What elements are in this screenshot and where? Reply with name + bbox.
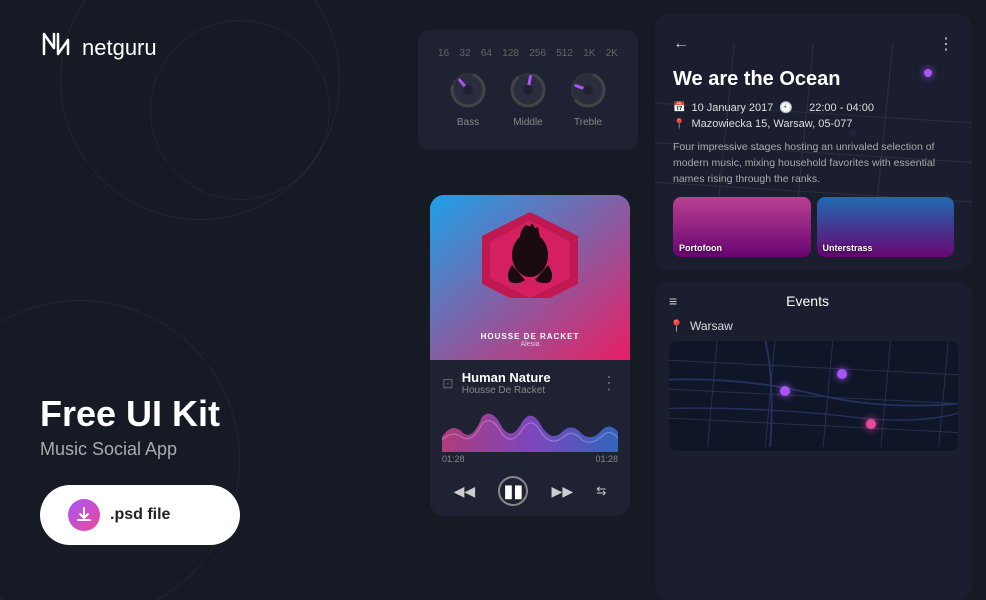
- next-button[interactable]: ▶▶: [552, 483, 574, 500]
- location-name: Warsaw: [690, 319, 733, 333]
- player-info: ⊡ Human Nature Housse De Racket ⋮: [430, 360, 630, 402]
- left-panel: netguru Free UI Kit Music Social App .ps…: [0, 0, 420, 600]
- artist-name-2: Unterstrass: [823, 243, 873, 253]
- treble-knob-container[interactable]: Treble: [567, 69, 609, 128]
- map-dot-purple-2: [837, 369, 847, 379]
- download-label: .psd file: [110, 506, 170, 524]
- logo-symbol: [40, 30, 72, 65]
- bass-label: Bass: [457, 117, 479, 128]
- eq-label-32: 32: [459, 48, 470, 59]
- track-details: Human Nature Housse De Racket: [462, 370, 551, 396]
- download-icon: [68, 499, 100, 531]
- eq-label-256: 256: [529, 48, 546, 59]
- artist-bg-2: Unterstrass: [817, 197, 955, 257]
- play-pause-button[interactable]: ▮▮: [498, 476, 528, 506]
- logo-area: netguru: [40, 30, 380, 65]
- brand-name: netguru: [82, 35, 157, 61]
- artist-name-1: Portofoon: [679, 243, 722, 253]
- bass-knob[interactable]: [447, 69, 489, 111]
- album-label: HOUSSE DE RACKET Alesia: [481, 332, 580, 348]
- events-list-title: Events: [786, 293, 829, 309]
- artist-thumb-1[interactable]: Portofoon: [673, 197, 811, 257]
- eq-label-64: 64: [481, 48, 492, 59]
- map-dot-pink-1: [866, 419, 876, 429]
- middle-knob[interactable]: [507, 69, 549, 111]
- tagline-area: Free UI Kit Music Social App: [40, 392, 220, 460]
- track-artist: Housse De Racket: [462, 385, 551, 396]
- eq-label-128: 128: [502, 48, 519, 59]
- treble-label: Treble: [574, 117, 602, 128]
- event-detail-card: ← ⋮ We are the Ocean 📅 10 January 2017 🕙…: [655, 14, 972, 271]
- eq-label-512: 512: [556, 48, 573, 59]
- tagline-sub: Music Social App: [40, 439, 220, 460]
- artist-thumb-2[interactable]: Unterstrass: [817, 197, 955, 257]
- player-left: ⊡ Human Nature Housse De Racket: [442, 370, 551, 396]
- middle-label: Middle: [513, 117, 542, 128]
- music-player: HOUSSE DE RACKET Alesia ⊡ Human Nature H…: [430, 195, 630, 516]
- eq-label-16: 16: [438, 48, 449, 59]
- mini-map[interactable]: [669, 341, 958, 451]
- tagline-main: Free UI Kit: [40, 392, 220, 435]
- map-marker-dot: [924, 69, 932, 77]
- time-end: 01:28: [595, 454, 618, 464]
- player-type-icon: ⊡: [442, 375, 454, 392]
- location-row: 📍 Warsaw: [669, 319, 958, 333]
- waveform-area: [430, 402, 630, 452]
- map-dot-purple-1: [780, 386, 790, 396]
- eq-label-2k: 2K: [606, 48, 618, 59]
- events-list-card: ≡ Events 📍 Warsaw: [655, 281, 972, 600]
- track-name: Human Nature: [462, 370, 551, 385]
- middle-knob-container[interactable]: Middle: [507, 69, 549, 128]
- bass-knob-container[interactable]: Bass: [447, 69, 489, 128]
- progress-bar[interactable]: 01:28 01:28: [430, 452, 630, 470]
- album-art: HOUSSE DE RACKET Alesia: [430, 195, 630, 360]
- location-dot-icon: 📍: [669, 319, 684, 333]
- shuffle-button[interactable]: ⇆: [596, 484, 606, 498]
- right-panel: ← ⋮ We are the Ocean 📅 10 January 2017 🕙…: [641, 0, 986, 600]
- eq-label-1k: 1K: [583, 48, 595, 59]
- equalizer-widget: 16 32 64 128 256 512 1K 2K Bass: [418, 30, 638, 150]
- player-more-icon[interactable]: ⋮: [600, 373, 618, 394]
- hamburger-icon[interactable]: ≡: [669, 293, 677, 309]
- download-psd-button[interactable]: .psd file: [40, 485, 240, 545]
- events-list-header: ≡ Events: [669, 293, 958, 309]
- album-title-small: HOUSSE DE RACKET: [481, 332, 580, 341]
- player-controls: ◀◀ ▮▮ ▶▶ ⇆: [430, 470, 630, 516]
- album-hexagon: [480, 210, 580, 298]
- album-sub-small: Alesia: [481, 341, 580, 348]
- artist-bg-1: Portofoon: [673, 197, 811, 257]
- time-start: 01:28: [442, 454, 465, 464]
- eq-labels-top: 16 32 64 128 256 512 1K 2K: [438, 48, 618, 59]
- eq-knobs: Bass Middle: [438, 69, 618, 128]
- prev-button[interactable]: ◀◀: [454, 483, 476, 500]
- treble-knob[interactable]: [567, 69, 609, 111]
